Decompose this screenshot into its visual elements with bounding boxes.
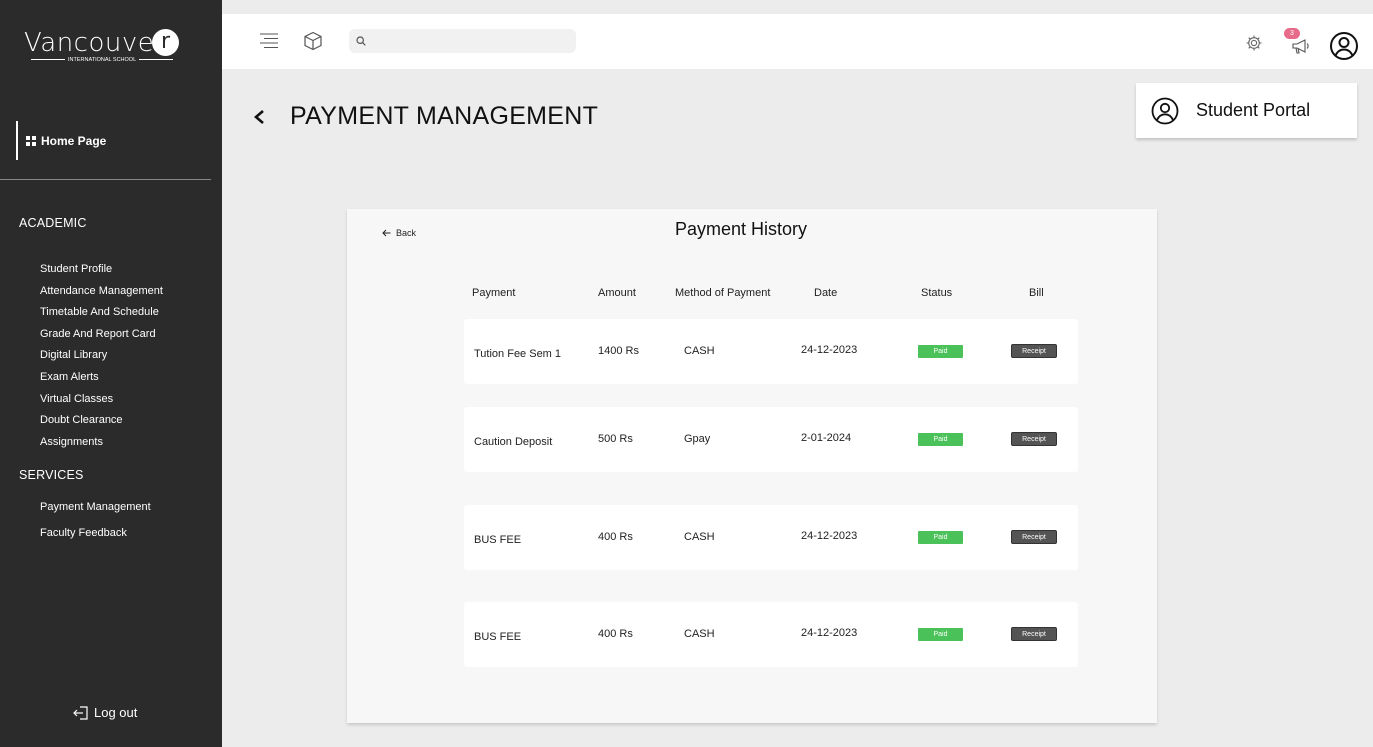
logo-wordmark: Vancouve (24, 28, 155, 58)
logout-icon (73, 705, 88, 720)
menu-icon[interactable] (259, 33, 279, 49)
status-badge: Paid (918, 628, 963, 641)
user-circle-icon (1151, 97, 1179, 124)
sidebar-divider (0, 179, 211, 180)
cell-amount: 500 Rs (598, 433, 633, 445)
section-title-services: SERVICES (19, 468, 84, 482)
search-input[interactable] (372, 35, 562, 47)
cell-amount: 400 Rs (598, 628, 633, 640)
column-header-status: Status (921, 287, 953, 299)
table-row: Caution Deposit 500 Rs Gpay 2-01-2024 Pa… (464, 407, 1078, 472)
sidebar-item-payment-management[interactable]: Payment Management (40, 497, 151, 523)
cell-payment: BUS FEE (474, 631, 522, 643)
sidebar-item-assignments[interactable]: Assignments (40, 432, 163, 454)
sidebar-item-exam-alerts[interactable]: Exam Alerts (40, 367, 163, 389)
search-icon (356, 36, 366, 46)
sidebar-item-faculty-feedback[interactable]: Faculty Feedback (40, 523, 151, 545)
cell-amount: 400 Rs (598, 531, 633, 543)
table-row: Tution Fee Sem 1 1400 Rs CASH 24-12-2023… (464, 319, 1078, 384)
panel-title: Payment History (674, 219, 808, 239)
status-badge: Paid (918, 531, 963, 544)
cell-date: 2-01-2024 (801, 432, 852, 444)
sidebar-item-attendance[interactable]: Attendance Management (40, 281, 163, 303)
table-row: BUS FEE 400 Rs CASH 24-12-2023 Paid Rece… (464, 602, 1078, 667)
status-badge: Paid (918, 433, 963, 446)
school-logo[interactable]: Vancouve r INTERNATIONAL SCHOOL (24, 28, 180, 68)
cell-amount: 1400 Rs (598, 345, 639, 357)
page-back-icon[interactable] (252, 107, 266, 127)
student-portal-card[interactable]: Student Portal (1136, 83, 1357, 138)
table-row: BUS FEE 400 Rs CASH 24-12-2023 Paid Rece… (464, 505, 1078, 570)
cell-method: CASH (684, 531, 715, 543)
cell-date: 24-12-2023 (801, 530, 858, 542)
top-bar: 3 (222, 14, 1373, 69)
logout-button[interactable]: Log out (73, 705, 137, 720)
cell-payment: BUS FEE (474, 534, 522, 546)
sidebar-item-label: Home Page (41, 133, 107, 148)
section-title-academic: ACADEMIC (19, 216, 87, 230)
search-bar[interactable] (349, 29, 576, 53)
logout-label: Log out (94, 705, 138, 720)
sidebar-item-home[interactable]: Home Page (16, 121, 106, 160)
sidebar: Vancouve r INTERNATIONAL SCHOOL Home Pag… (0, 0, 222, 747)
cell-date: 24-12-2023 (801, 344, 858, 356)
cube-icon[interactable] (303, 31, 323, 51)
megaphone-icon[interactable] (1291, 38, 1311, 54)
sidebar-item-student-profile[interactable]: Student Profile (40, 259, 163, 281)
column-header-method: Method of Payment (675, 287, 771, 299)
payment-history-panel: Back Payment History Payment Amount Meth… (347, 209, 1157, 723)
notification-badge: 3 (1284, 28, 1300, 39)
column-header-payment: Payment (472, 287, 516, 299)
column-header-date: Date (814, 287, 838, 299)
receipt-button[interactable]: Receipt (1011, 432, 1057, 446)
profile-icon[interactable] (1329, 31, 1359, 61)
receipt-button[interactable]: Receipt (1011, 530, 1057, 544)
logo-letter-badge: r (152, 29, 179, 56)
cell-date: 24-12-2023 (801, 627, 858, 639)
logo-subtitle: INTERNATIONAL SCHOOL (28, 57, 176, 63)
receipt-button[interactable]: Receipt (1011, 627, 1057, 641)
sidebar-item-virtual-classes[interactable]: Virtual Classes (40, 389, 163, 411)
cell-payment: Tution Fee Sem 1 (474, 348, 562, 360)
sidebar-item-digital-library[interactable]: Digital Library (40, 345, 163, 367)
cell-method: Gpay (684, 433, 711, 445)
sidebar-item-grades[interactable]: Grade And Report Card (40, 324, 163, 346)
services-nav-list: Payment Management Faculty Feedback (40, 497, 151, 545)
gear-icon[interactable] (1245, 34, 1263, 52)
column-header-bill: Bill (1029, 287, 1044, 299)
cell-payment: Caution Deposit (474, 436, 553, 448)
sidebar-item-timetable[interactable]: Timetable And Schedule (40, 302, 163, 324)
student-portal-label: Student Portal (1196, 100, 1311, 120)
receipt-button[interactable]: Receipt (1011, 344, 1057, 358)
grid-icon (26, 135, 36, 146)
column-header-amount: Amount (598, 287, 636, 299)
academic-nav-list: Student Profile Attendance Management Ti… (40, 259, 163, 453)
cell-method: CASH (684, 628, 715, 640)
cell-method: CASH (684, 345, 715, 357)
page-title: PAYMENT MANAGEMENT (290, 102, 599, 130)
sidebar-item-doubt-clearance[interactable]: Doubt Clearance (40, 410, 163, 432)
status-badge: Paid (918, 345, 963, 358)
